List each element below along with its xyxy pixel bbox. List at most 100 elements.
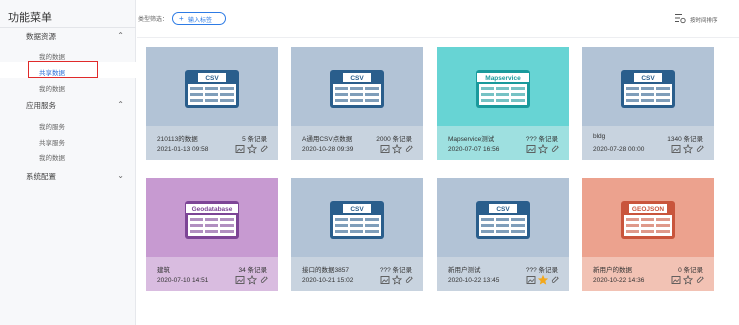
data-card[interactable]: CSV 接口的数据3857 ??? 条记录 2020-10-21 15:02 bbox=[291, 178, 423, 291]
data-card[interactable]: Geodatabase 建筑 34 条记录 2020-07-10 14:51 bbox=[146, 178, 278, 291]
highlight-box bbox=[28, 61, 98, 78]
menu-item-shared-services[interactable]: 共享服务 bbox=[39, 137, 65, 147]
card-actions bbox=[526, 144, 560, 154]
star-icon[interactable] bbox=[392, 275, 402, 285]
plus-icon: + bbox=[179, 14, 184, 23]
table-icon: GEOJSON bbox=[621, 201, 675, 239]
card-actions bbox=[671, 144, 705, 154]
card-actions bbox=[526, 275, 560, 285]
link-icon[interactable] bbox=[695, 275, 705, 285]
card-info: 接口的数据3857 ??? 条记录 2020-10-21 15:02 bbox=[291, 257, 423, 291]
star-icon[interactable] bbox=[683, 144, 693, 154]
card-thumbnail: Mapservice bbox=[437, 47, 569, 126]
table-icon: CSV bbox=[185, 70, 239, 108]
star-icon[interactable] bbox=[538, 275, 548, 285]
card-name: 建筑 bbox=[157, 267, 170, 274]
menu-item-my-data[interactable]: 我的数据 bbox=[39, 51, 65, 61]
card-thumbnail: CSV bbox=[582, 47, 714, 126]
card-name: A通用CSV点数据 bbox=[302, 136, 353, 143]
card-date: 2020-07-07 16:56 bbox=[448, 146, 500, 153]
card-record-count: ??? 条记录 bbox=[525, 136, 558, 143]
card-info: 新用户测试 ??? 条记录 2020-10-22 13:45 bbox=[437, 257, 569, 291]
card-actions bbox=[380, 275, 414, 285]
chevron-up-icon: ⌃ bbox=[117, 31, 124, 40]
menu-item-my-data-3[interactable]: 我的数据 bbox=[39, 152, 65, 162]
table-icon: CSV bbox=[330, 201, 384, 239]
card-name: Mapservice测试 bbox=[448, 136, 495, 143]
data-card[interactable]: Mapservice Mapservice测试 ??? 条记录 2020-07-… bbox=[437, 47, 569, 160]
image-icon[interactable] bbox=[526, 275, 536, 285]
chevron-down-icon: ⌄ bbox=[117, 171, 124, 180]
table-icon: CSV bbox=[330, 70, 384, 108]
card-thumbnail: CSV bbox=[291, 47, 423, 126]
sort-button[interactable]: 按时间排序 bbox=[675, 13, 735, 27]
card-info: 建筑 34 条记录 2020-07-10 14:51 bbox=[146, 257, 278, 291]
card-thumbnail: CSV bbox=[291, 178, 423, 257]
image-icon[interactable] bbox=[380, 144, 390, 154]
sidebar: 功能菜单 数据资源 ⌃ 我的数据 共享数据 我的数据 应用服务 ⌃ 我的服务 共… bbox=[0, 0, 136, 325]
image-icon[interactable] bbox=[235, 275, 245, 285]
menu-group-system-config[interactable]: 系统配置 ⌄ bbox=[0, 168, 136, 186]
card-name: 接口的数据3857 bbox=[302, 267, 349, 274]
image-icon[interactable] bbox=[380, 275, 390, 285]
card-name: 新用户的数据 bbox=[593, 267, 632, 274]
sort-label: 按时间排序 bbox=[690, 18, 718, 24]
card-actions bbox=[671, 275, 705, 285]
file-type-badge: CSV bbox=[496, 206, 510, 213]
star-icon[interactable] bbox=[683, 275, 693, 285]
image-icon[interactable] bbox=[671, 275, 681, 285]
data-card[interactable]: CSV bldg 1340 条记录 2020-07-28 00:00 bbox=[582, 47, 714, 160]
sidebar-title: 功能菜单 bbox=[8, 12, 52, 24]
card-record-count: 5 条记录 bbox=[242, 136, 267, 143]
card-info: bldg 1340 条记录 2020-07-28 00:00 bbox=[582, 126, 714, 160]
menu-group-label: 数据资源 bbox=[26, 32, 56, 41]
file-type-badge: Geodatabase bbox=[192, 206, 233, 213]
star-icon[interactable] bbox=[392, 144, 402, 154]
data-card[interactable]: CSV A通用CSV点数据 2000 条记录 2020-10-28 09:39 bbox=[291, 47, 423, 160]
link-icon[interactable] bbox=[695, 144, 705, 154]
menu-item-my-services[interactable]: 我的服务 bbox=[39, 121, 65, 131]
menu-item-my-data-2[interactable]: 我的数据 bbox=[39, 83, 65, 93]
data-card[interactable]: GEOJSON 新用户的数据 0 条记录 2020-10-22 14:36 bbox=[582, 178, 714, 291]
menu-group-data-resources[interactable]: 数据资源 ⌃ bbox=[0, 28, 136, 46]
add-tag-button[interactable]: + 输入标签 bbox=[172, 12, 226, 25]
card-date: 2020-07-28 00:00 bbox=[593, 146, 645, 153]
card-thumbnail: CSV bbox=[146, 47, 278, 126]
file-type-badge: CSV bbox=[641, 75, 655, 82]
link-icon[interactable] bbox=[550, 275, 560, 285]
image-icon[interactable] bbox=[526, 144, 536, 154]
link-icon[interactable] bbox=[404, 275, 414, 285]
add-tag-label: 输入标签 bbox=[188, 18, 213, 24]
link-icon[interactable] bbox=[550, 144, 560, 154]
card-date: 2020-07-10 14:51 bbox=[157, 277, 209, 284]
card-record-count: 1340 条记录 bbox=[667, 136, 703, 143]
menu-group-label: 系统配置 bbox=[26, 172, 56, 181]
card-date: 2020-10-22 14:36 bbox=[593, 277, 645, 284]
link-icon[interactable] bbox=[404, 144, 414, 154]
card-name: 210113的数据 bbox=[157, 136, 198, 143]
card-date: 2020-10-28 09:39 bbox=[302, 146, 354, 153]
card-thumbnail: Geodatabase bbox=[146, 178, 278, 257]
card-info: 新用户的数据 0 条记录 2020-10-22 14:36 bbox=[582, 257, 714, 291]
menu-group-app-services[interactable]: 应用服务 ⌃ bbox=[0, 97, 136, 115]
card-record-count: 2000 条记录 bbox=[376, 136, 412, 143]
image-icon[interactable] bbox=[235, 144, 245, 154]
table-icon: CSV bbox=[476, 201, 530, 239]
data-card[interactable]: CSV 新用户测试 ??? 条记录 2020-10-22 13:45 bbox=[437, 178, 569, 291]
card-date: 2021-01-13 09:58 bbox=[157, 146, 209, 153]
file-type-badge: CSV bbox=[350, 206, 364, 213]
star-icon[interactable] bbox=[538, 144, 548, 154]
data-card[interactable]: CSV 210113的数据 5 条记录 2021-01-13 09:58 bbox=[146, 47, 278, 160]
top-toolbar: 类型筛选： + 输入标签 按时间排序 bbox=[137, 0, 739, 38]
star-icon[interactable] bbox=[247, 144, 257, 154]
chevron-up-icon: ⌃ bbox=[117, 100, 124, 109]
table-icon: Geodatabase bbox=[185, 201, 239, 239]
file-type-badge: Mapservice bbox=[485, 75, 521, 82]
table-icon: CSV bbox=[621, 70, 675, 108]
card-record-count: 34 条记录 bbox=[238, 267, 267, 274]
card-name: bldg bbox=[593, 133, 606, 140]
link-icon[interactable] bbox=[259, 275, 269, 285]
star-icon[interactable] bbox=[247, 275, 257, 285]
link-icon[interactable] bbox=[259, 144, 269, 154]
image-icon[interactable] bbox=[671, 144, 681, 154]
